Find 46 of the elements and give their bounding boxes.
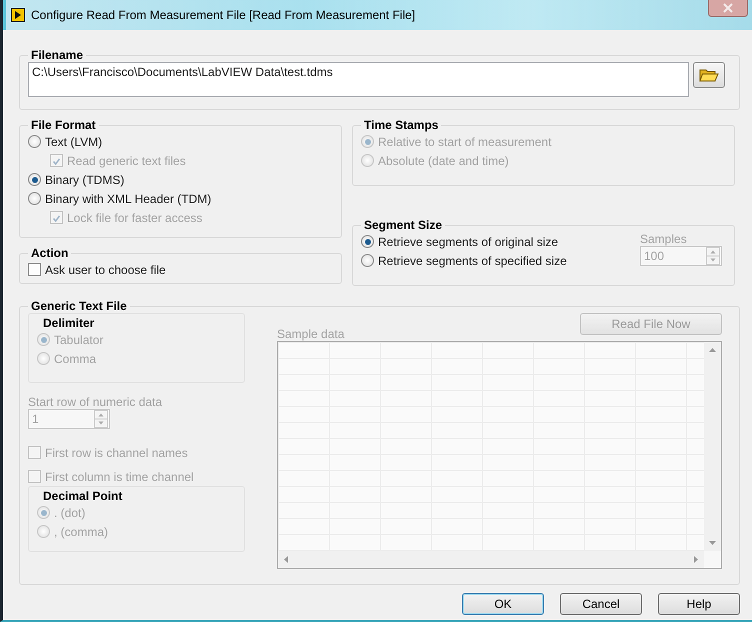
dialog-button[interactable]: OK [462,593,544,615]
radio-label: , (comma) [54,524,108,538]
radio-label: Retrieve segments of specified size [378,254,567,268]
group-title: Segment Size [363,218,444,232]
radio-label: Text (LVM) [45,134,102,148]
checkbox-label: First row is channel names [45,446,188,460]
radio-label: Binary with XML Header (TDM) [45,192,212,206]
section-title: Delimiter [42,316,96,330]
checkbox-label: Lock file for faster access [67,210,202,224]
radio-label: Tabulator [54,332,104,346]
browse-button[interactable] [693,62,725,88]
group-title: Time Stamps [363,118,440,132]
group-title: Generic Text File [30,299,128,313]
close-icon[interactable] [708,0,748,17]
group-title: Action [30,246,70,260]
scroll-left-icon[interactable] [284,556,288,563]
radio-button[interactable] [28,135,41,148]
checkbox-label: Read generic text files [67,154,186,168]
samples-label: Samples [640,232,688,246]
checkbox[interactable] [28,263,41,276]
group-title: Filename [30,48,84,62]
scroll-right-icon[interactable] [694,556,698,563]
scroll-down-icon[interactable] [709,541,716,545]
radio-button[interactable] [28,192,41,205]
checkbox-label: First column is time channel [45,470,194,484]
window-title: Configure Read From Measurement File [Read From Measurement File] [31,8,416,22]
radio-label: Retrieve segments of original size [378,234,558,248]
sample-data-label: Sample data [277,327,344,341]
app-icon [11,8,25,22]
radio-label: Absolute (date and time) [378,154,509,168]
radio-button[interactable] [28,173,41,186]
scroll-up-icon[interactable] [709,348,716,352]
start-row-label: Start row of numeric data [28,395,164,409]
dialog-button[interactable]: Help [658,593,740,615]
group-title: File Format [30,118,97,132]
radio-button[interactable] [361,235,374,248]
radio-label: . (dot) [54,506,86,520]
dialog-button[interactable]: Cancel [560,593,642,615]
radio-label: Comma [54,352,96,366]
radio-label: Binary (TDMS) [45,172,124,186]
filename-field[interactable]: C:\Users\Francisco\Documents\LabVIEW Data\test.tdms [28,62,689,97]
section-title: Decimal Point [42,489,124,503]
radio-label: Relative to start of measurement [378,134,552,148]
checkbox-label: Ask user to choose file [45,262,166,276]
folder-icon [699,68,719,82]
radio-button[interactable] [361,254,374,267]
